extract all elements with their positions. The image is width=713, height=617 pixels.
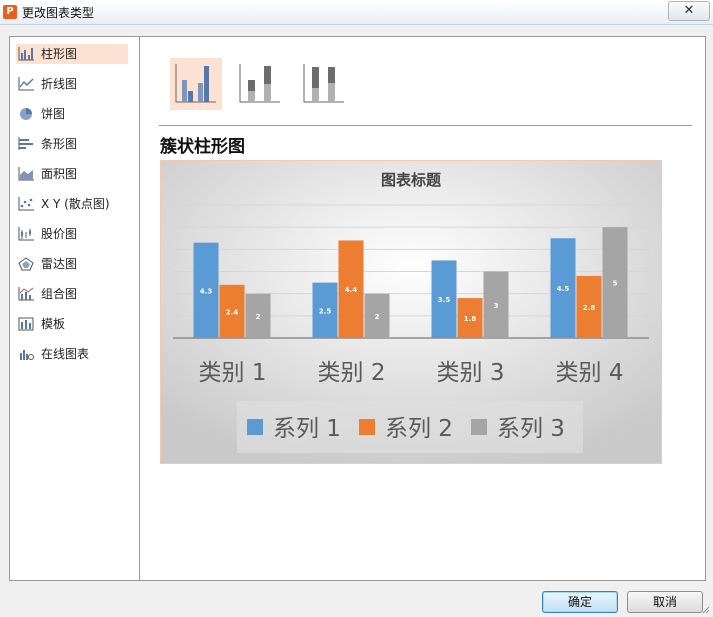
sidebar-item-label: 股价图	[41, 227, 78, 241]
scatter-chart-icon	[18, 197, 34, 211]
sidebar-item-stock[interactable]: 股价图	[16, 224, 128, 244]
radar-chart-icon	[18, 257, 34, 271]
sidebar-item-combo[interactable]: 组合图	[16, 284, 128, 304]
legend-entry: 系列 3	[497, 416, 565, 442]
sidebar-item-label: 雷达图	[41, 257, 78, 271]
window-title: 更改图表类型	[22, 6, 95, 20]
subtype-percent-stacked-column[interactable]	[298, 58, 350, 110]
combo-chart-icon	[18, 287, 34, 301]
sidebar-item-label: 饼图	[41, 107, 66, 121]
data-label: 2.5	[319, 307, 332, 315]
resize-grip-icon[interactable]	[700, 604, 710, 614]
data-label: 1.8	[464, 315, 477, 323]
category-label: 类别 4	[556, 360, 624, 386]
line-chart-icon	[18, 77, 34, 91]
data-label: 2.4	[226, 308, 239, 316]
legend-swatch	[247, 419, 263, 435]
sidebar-item-label: 在线图表	[41, 347, 90, 361]
sidebar-item-label: 条形图	[41, 137, 78, 151]
data-label: 2	[256, 313, 261, 321]
chart-svg: 图表标题 4.3 2.4 2 2.5 4.4 2 3.5 1.8 3 4.5 2.8 5 类别 1 类别…	[161, 161, 661, 463]
chart-title: 图表标题	[381, 171, 442, 189]
data-label: 3	[494, 302, 499, 310]
data-label: 4.4	[345, 286, 358, 294]
sidebar-item-label: 折线图	[41, 77, 78, 91]
data-label: 2	[375, 313, 380, 321]
sidebar-item-radar[interactable]: 雷达图	[16, 254, 128, 274]
sidebar-item-template[interactable]: 模板	[16, 314, 128, 334]
sidebar-item-label: 柱形图	[41, 47, 78, 61]
divider	[159, 125, 692, 126]
stock-chart-icon	[18, 227, 34, 241]
clustered-column-icon	[175, 64, 216, 103]
cancel-button[interactable]: 取消	[627, 591, 703, 613]
chart-preview: 图表标题 4.3 2.4 2 2.5 4.4 2 3.5 1.8 3 4.5 2.8 5 类别 1 类别…	[160, 160, 662, 464]
legend-entry: 系列 1	[273, 416, 341, 442]
bar-chart-icon	[18, 137, 33, 150]
sidebar-item-pie[interactable]: 饼图	[16, 104, 128, 124]
legend-swatch	[471, 419, 487, 435]
title-bar: P 更改图表类型 ✕	[0, 0, 713, 25]
sidebar-item-bar[interactable]: 条形图	[16, 134, 128, 154]
online-chart-icon	[20, 350, 34, 360]
sidebar-item-label: 模板	[41, 317, 66, 331]
stacked-column-icon	[239, 64, 280, 103]
data-label: 3.5	[438, 296, 451, 304]
pie-chart-icon	[20, 108, 32, 120]
percent-stacked-column-icon	[303, 64, 344, 103]
ok-button[interactable]: 确定	[542, 591, 618, 613]
legend-entry: 系列 2	[385, 416, 453, 442]
subtype-stacked-column[interactable]	[234, 58, 286, 110]
template-icon	[18, 317, 34, 331]
data-label: 4.5	[557, 285, 570, 293]
chart-type-name: 簇状柱形图	[160, 137, 245, 157]
sidebar-item-label: 面积图	[41, 167, 78, 181]
close-button[interactable]: ✕	[668, 1, 710, 21]
area-chart-icon	[18, 167, 34, 181]
sidebar-item-label: 组合图	[41, 287, 78, 301]
sidebar-item-line[interactable]: 折线图	[16, 74, 128, 94]
data-label: 5	[613, 280, 618, 288]
data-label: 2.8	[583, 304, 596, 312]
subtype-clustered-column[interactable]	[170, 58, 222, 110]
app-icon: P	[3, 5, 17, 19]
sidebar-item-area[interactable]: 面积图	[16, 164, 128, 184]
legend-swatch	[359, 419, 375, 435]
data-label: 4.3	[200, 287, 213, 295]
sidebar-item-scatter[interactable]: X Y (散点图)	[16, 194, 128, 214]
category-label: 类别 1	[199, 360, 267, 386]
column-chart-icon	[18, 47, 34, 61]
category-label: 类别 2	[318, 360, 386, 386]
sidebar-item-label: X Y (散点图)	[41, 197, 110, 211]
sidebar-item-column[interactable]: 柱形图	[16, 44, 128, 64]
sidebar-item-online[interactable]: 在线图表	[16, 344, 128, 364]
chart-category-sidebar: 柱形图 折线图 饼图 条形图 面积图 X Y (散点图) 股价图 雷达图 组合图…	[10, 37, 140, 580]
category-label: 类别 3	[437, 360, 505, 386]
